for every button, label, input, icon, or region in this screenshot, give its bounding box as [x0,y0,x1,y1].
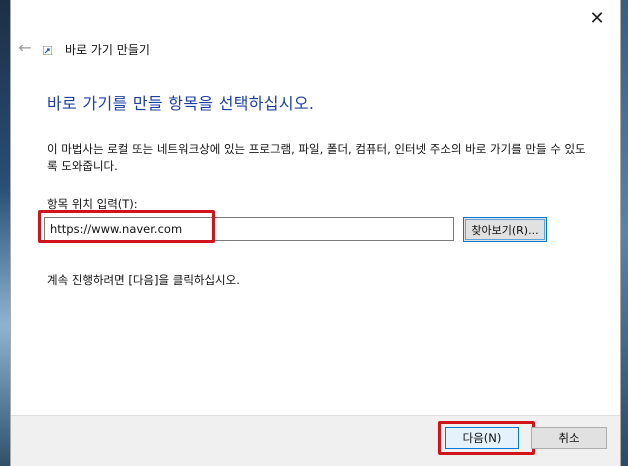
create-shortcut-dialog: ✕ ← 바로 가기 만들기 바로 가기를 만들 항목을 선택하십시오. 이 마법… [10,0,621,466]
browse-button-label: 찾아보기(R)... [471,223,539,237]
cancel-button[interactable]: 취소 [531,427,607,449]
next-button[interactable]: 다음(N) [445,427,519,449]
wizard-title: 바로 가기 만들기 [65,43,150,57]
location-input[interactable] [44,217,454,241]
close-icon[interactable]: ✕ [586,8,608,30]
back-arrow-icon[interactable]: ← [15,38,35,58]
continue-instruction: 계속 진행하려면 [다음]을 클릭하십시오. [47,273,240,287]
page-heading: 바로 가기를 만들 항목을 선택하십시오. [47,94,315,113]
wizard-description: 이 마법사는 로컬 또는 네트워크상에 있는 프로그램, 파일, 폴더, 컴퓨터… [47,142,586,173]
shortcut-icon [43,46,52,55]
desktop-background-right [620,0,628,466]
dialog-footer: 다음(N) 취소 [11,415,620,466]
browse-button[interactable]: 찾아보기(R)... [463,217,547,242]
location-label: 항목 위치 입력(T): [47,197,138,211]
